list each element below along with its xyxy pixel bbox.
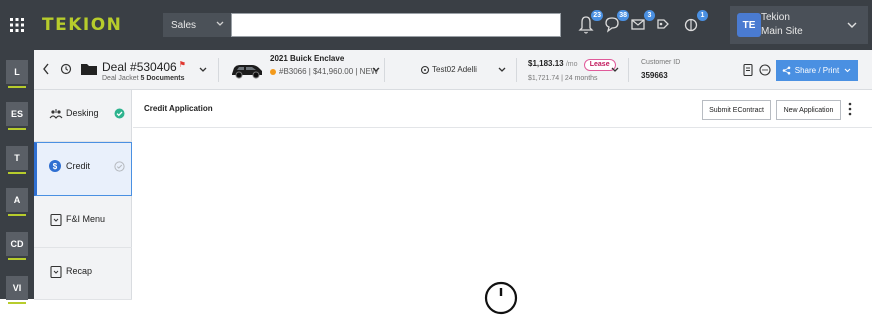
customer-dropdown-chevron-icon[interactable] — [496, 64, 508, 76]
left-rail: L ES T A CD VI — [0, 50, 34, 304]
page-title: Credit Application — [144, 104, 213, 113]
brand-logo[interactable]: TEKION — [42, 15, 122, 35]
more-options-icon[interactable] — [847, 101, 853, 117]
deal-dropdown-chevron-icon[interactable] — [197, 64, 209, 76]
payment-dropdown-chevron-icon[interactable] — [609, 64, 621, 76]
chevron-down-icon — [843, 66, 852, 75]
divider — [384, 58, 385, 82]
vehicle-thumbnail — [230, 59, 264, 81]
vehicle-title: 2021 Buick Enclave — [270, 54, 345, 63]
customer-id-value: 359663 — [641, 71, 668, 80]
tag-icon[interactable] — [653, 13, 675, 37]
mail-icon[interactable]: 3 — [628, 10, 655, 37]
comment-icon[interactable] — [758, 63, 772, 77]
vehicle-status-dot — [270, 68, 276, 75]
subnav-item-credit[interactable]: $ Credit — [34, 142, 132, 196]
rail-item-a[interactable]: A — [6, 188, 28, 216]
desking-icon — [49, 107, 63, 121]
check-circle-outline-icon — [114, 161, 125, 172]
deal-documents-count: 5 Documents — [140, 75, 185, 82]
chevron-down-icon — [846, 20, 858, 30]
main-content: Credit Application Submit EContract New … — [133, 90, 872, 315]
rail-item-es[interactable]: ES — [6, 102, 28, 130]
subnav-item-recap[interactable]: Recap — [34, 248, 132, 300]
global-search-input[interactable] — [231, 13, 561, 37]
document-icon[interactable] — [741, 63, 755, 77]
share-print-label: Share / Print — [794, 66, 840, 75]
history-icon[interactable] — [59, 62, 73, 76]
customer-id-label: Customer ID — [641, 59, 681, 66]
avatar: TE — [737, 13, 761, 37]
vehicle-details: #B3066 | $41,960.00 | NEW — [270, 67, 378, 76]
module-select[interactable]: Sales — [163, 13, 231, 37]
rail-item-vi[interactable]: VI — [6, 276, 28, 304]
chevron-down-icon — [215, 18, 225, 30]
deal-number: Deal #530406 — [102, 60, 177, 74]
rail-item-l[interactable]: L — [6, 60, 28, 88]
document-export-icon — [49, 265, 63, 279]
user-name: Tekion — [761, 12, 790, 23]
divider — [628, 58, 629, 82]
rail-item-t[interactable]: T — [6, 146, 28, 174]
app-grid-icon[interactable] — [0, 0, 34, 50]
svg-text:$: $ — [53, 162, 58, 171]
chat-icon[interactable]: 38 — [602, 10, 629, 37]
document-export-icon — [49, 213, 63, 227]
subnav-label: Desking — [66, 108, 99, 118]
main-toolbar: Credit Application Submit EContract New … — [133, 90, 872, 128]
subnav-label: Recap — [66, 266, 93, 276]
vehicle-stock-price: #B3066 | $41,960.00 | NEW — [279, 67, 379, 76]
subnav-item-desking[interactable]: Desking — [34, 90, 132, 142]
rail-item-cd[interactable]: CD — [6, 232, 28, 260]
subnav-item-fi-menu[interactable]: F&I Menu — [34, 196, 132, 248]
vehicle-dropdown-chevron-icon[interactable] — [370, 64, 382, 76]
dollar-icon: $ — [49, 160, 61, 172]
payment-details: $1,721.74 | 24 months — [528, 75, 598, 82]
flag-icon: ⚑ — [178, 60, 186, 69]
check-circle-icon — [114, 108, 125, 119]
subnav-label: Credit — [66, 161, 91, 171]
divider — [218, 58, 219, 82]
subnav-label: F&I Menu — [66, 214, 106, 224]
loading-spinner-icon — [483, 280, 519, 316]
module-select-value: Sales — [171, 19, 197, 31]
user-site: Main Site — [761, 26, 803, 37]
new-application-button[interactable]: New Application — [776, 100, 841, 120]
deal-header: Deal #530406 ⚑ Deal Jacket 5 Documents 20… — [34, 50, 872, 90]
payment-amount: $1,183.13 — [528, 59, 564, 68]
deal-jacket-label: Deal Jacket — [102, 75, 139, 82]
user-menu[interactable]: TE Tekion Main Site — [730, 6, 868, 44]
top-nav: TEKION Sales 23 38 3 1 TE Tekion Main Si… — [0, 0, 872, 50]
deal-title[interactable]: Deal #530406 ⚑ — [102, 60, 186, 74]
share-print-button[interactable]: Share / Print — [776, 60, 858, 81]
customer-icon — [420, 64, 430, 76]
deal-sub-nav: Desking $ Credit F&I Menu Recap — [34, 90, 132, 300]
notifications-bell-icon[interactable]: 23 — [576, 10, 603, 37]
gift-badge: 1 — [697, 10, 708, 21]
share-icon — [782, 66, 791, 75]
payment-summary[interactable]: $1,183.13 /mo Lease — [528, 59, 616, 71]
submit-econtract-button[interactable]: Submit EContract — [702, 100, 771, 120]
back-arrow-icon[interactable] — [41, 62, 51, 76]
payment-cycle: /mo — [565, 61, 578, 68]
gift-icon[interactable]: 1 — [681, 10, 708, 37]
divider — [516, 58, 517, 82]
customer-name[interactable]: Test02 Adelli — [432, 65, 477, 74]
folder-icon[interactable] — [80, 60, 98, 78]
deal-jacket-info: Deal Jacket 5 Documents — [102, 75, 185, 82]
